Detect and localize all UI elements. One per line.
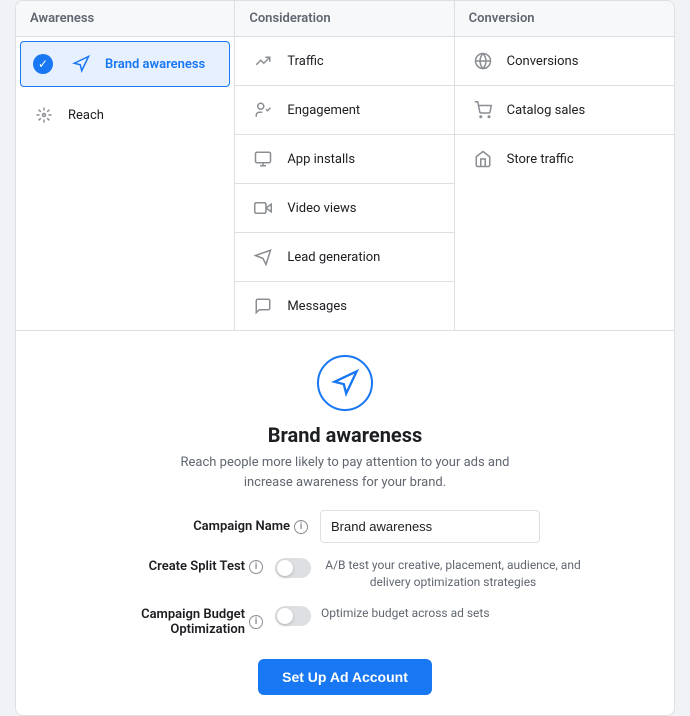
campaign-name-input[interactable] [320,510,540,543]
budget-opt-info-icon[interactable]: i [249,615,263,629]
conversions-icon [469,47,497,75]
reach-label: Reach [68,108,104,123]
consideration-column: Consideration Traffic [235,1,454,330]
lead-generation-label: Lead generation [287,250,380,265]
catalog-sales-item[interactable]: Catalog sales [455,86,674,135]
video-views-label: Video views [287,201,356,216]
detail-icon-circle [317,355,373,411]
messages-icon [249,292,277,320]
split-test-desc: A/B test your creative, placement, audie… [321,557,585,591]
conversion-header: Conversion [455,1,674,37]
store-traffic-item[interactable]: Store traffic [455,135,674,183]
messages-label: Messages [287,299,347,314]
store-traffic-label: Store traffic [507,152,574,167]
engagement-item[interactable]: Engagement [235,86,453,135]
conversion-column: Conversion Conversions [455,1,674,330]
catalog-sales-label: Catalog sales [507,103,586,118]
detail-section: Brand awareness Reach people more likely… [16,331,674,715]
detail-title: Brand awareness [36,423,654,447]
conversions-item[interactable]: Conversions [455,37,674,86]
objective-grid: Awareness ✓ Brand awareness [16,1,674,331]
conversions-label: Conversions [507,54,579,69]
catalog-icon [469,96,497,124]
awareness-header: Awareness [16,1,234,37]
budget-opt-desc: Optimize budget across ad sets [321,605,490,622]
detail-description: Reach people more likely to pay attentio… [155,453,535,492]
brand-awareness-label: Brand awareness [105,57,205,72]
app-installs-item[interactable]: App installs [235,135,453,184]
campaign-objective-card: Awareness ✓ Brand awareness [15,0,675,716]
selected-check-icon: ✓ [33,54,53,74]
messages-item[interactable]: Messages [235,282,453,330]
split-test-label: Create Split Test i [105,557,275,574]
budget-opt-toggle[interactable] [275,606,311,626]
engagement-label: Engagement [287,103,360,118]
budget-opt-label: Campaign Budget Optimization i [105,605,275,637]
split-test-info-icon[interactable]: i [249,560,263,574]
campaign-name-label: Campaign Name i [150,519,320,534]
split-test-row: Create Split Test i A/B test your creati… [36,557,654,591]
engagement-icon [249,96,277,124]
campaign-name-row: Campaign Name i [36,510,654,543]
budget-opt-toggle-right: Optimize budget across ad sets [275,605,585,626]
video-views-item[interactable]: Video views [235,184,453,233]
traffic-item[interactable]: Traffic [235,37,453,86]
store-icon [469,145,497,173]
traffic-label: Traffic [287,54,323,69]
video-views-icon [249,194,277,222]
brand-awareness-item[interactable]: ✓ Brand awareness [20,41,230,87]
split-test-toggle-right: A/B test your creative, placement, audie… [275,557,585,591]
awareness-column: Awareness ✓ Brand awareness [16,1,235,330]
budget-opt-row: Campaign Budget Optimization i Optimize … [36,605,654,637]
lead-generation-item[interactable]: Lead generation [235,233,453,282]
consideration-header: Consideration [235,1,453,37]
lead-gen-icon [249,243,277,271]
traffic-icon [249,47,277,75]
app-installs-icon [249,145,277,173]
app-installs-label: App installs [287,152,355,167]
setup-button-wrapper: Set Up Ad Account [36,651,654,695]
reach-icon [30,101,58,129]
reach-item[interactable]: Reach [16,91,234,139]
setup-ad-account-button[interactable]: Set Up Ad Account [258,659,432,695]
campaign-name-info-icon[interactable]: i [294,520,308,534]
brand-awareness-icon [67,50,95,78]
split-test-toggle[interactable] [275,558,311,578]
